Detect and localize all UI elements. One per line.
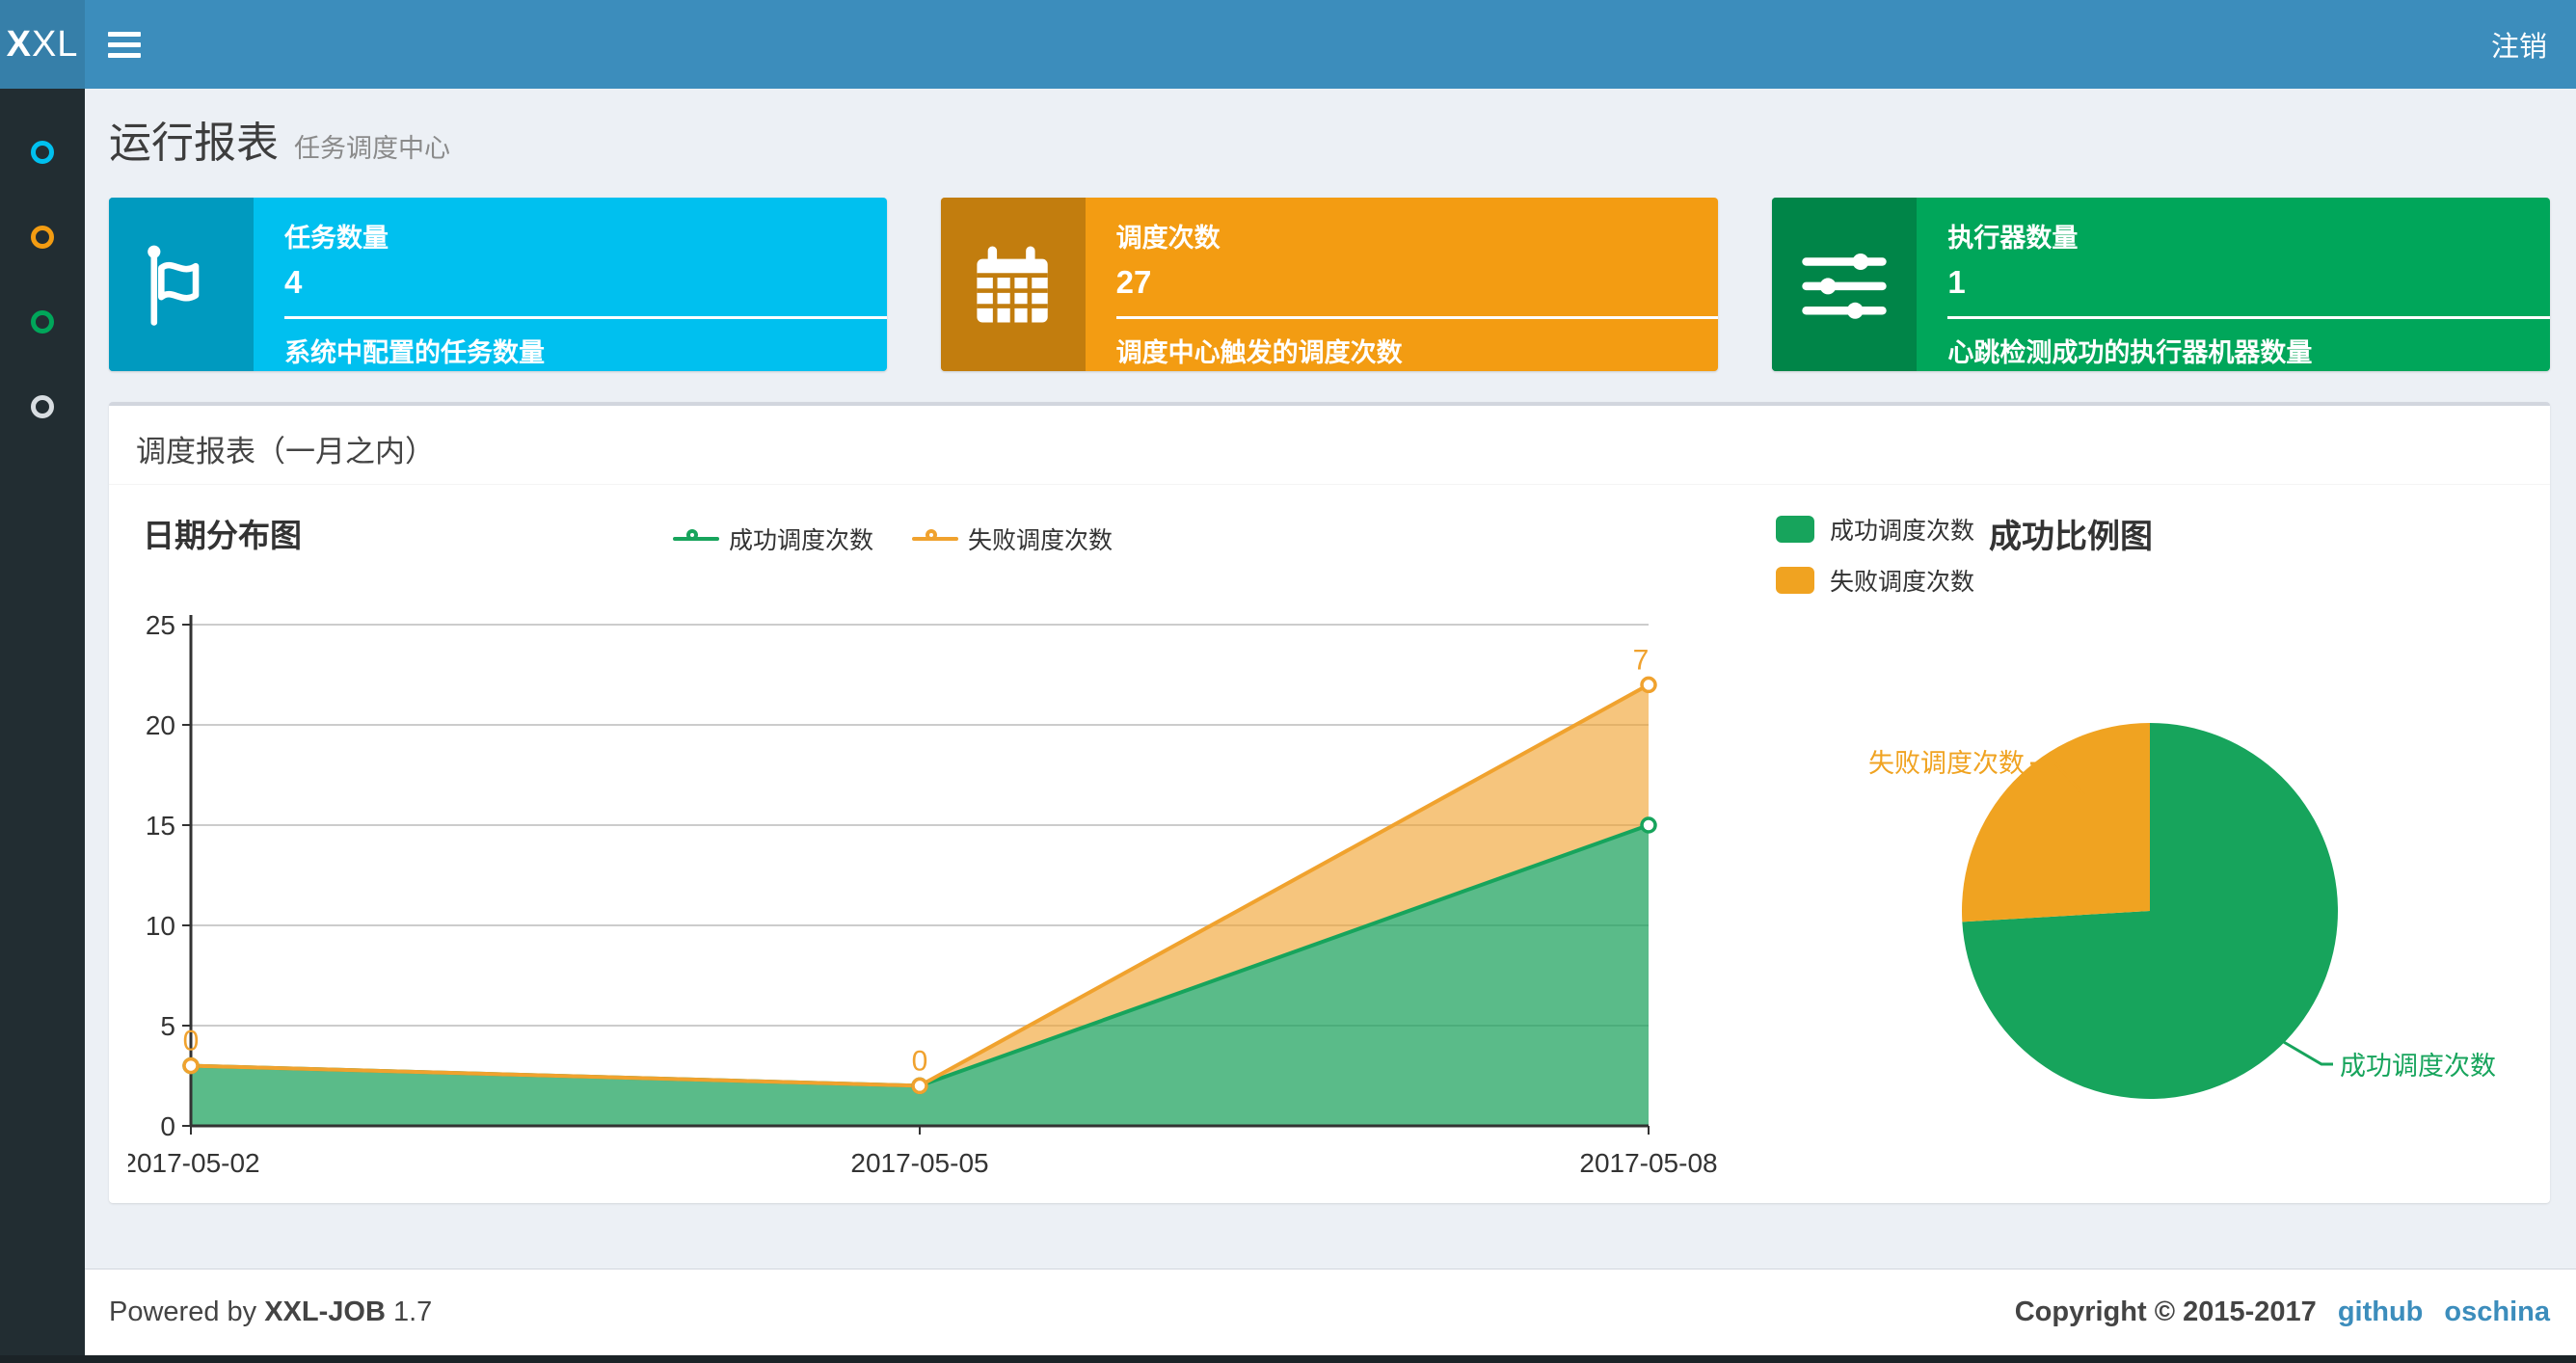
svg-text:25: 25 [146,610,175,640]
swatch-icon [1776,516,1814,543]
legend-label: 成功调度次数 [729,527,874,554]
info-box-job-count: 任务数量 4 系统中配置的任务数量 [109,198,887,371]
info-box-label: 执行器数量 [1947,224,2079,253]
sidebar-item-job-manage[interactable] [0,195,85,280]
pie-chart-legend: 成功调度次数 失败调度次数 [1776,512,1974,598]
legend-item-success[interactable]: 成功调度次数 [673,521,873,556]
oschina-link[interactable]: oschina [2444,1296,2550,1328]
bottom-edge-strip [0,1355,2576,1363]
info-box-value: 4 [284,264,303,300]
legend-item-fail[interactable]: 失败调度次数 [1776,563,1974,598]
copyright: Copyright © 2015-2017 github oschina [2015,1296,2550,1328]
circle-outline-icon [31,395,54,418]
copyright-text: Copyright © 2015-2017 [2014,1296,2317,1327]
product-name: XXL-JOB [264,1296,386,1327]
success-ratio-pie-chart: 失败调度次数 成功调度次数 [1868,723,2496,1099]
flag-icon [109,198,254,371]
svg-text:0: 0 [912,1045,928,1077]
logout-button[interactable]: 注销 [2462,0,2576,89]
swatch-icon [1776,567,1814,594]
svg-text:15: 15 [146,811,175,841]
github-link[interactable]: github [2338,1296,2424,1328]
report-panel-title: 调度报表（一月之内） [136,435,435,468]
pie-chart-title: 成功比例图 [1989,519,2153,555]
hamburger-icon [108,31,141,37]
powered-by-prefix: Powered by [109,1296,257,1327]
report-panel-header: 调度报表（一月之内） [109,406,2550,485]
report-panel-body: 日期分布图 成功调度次数 失败调度次数 0 5 10 15 20 25 2017-05-02… [109,485,2550,1202]
area-chart-legend: 成功调度次数 失败调度次数 [673,521,1113,556]
info-box-label: 任务数量 [284,224,389,253]
legend-label: 成功调度次数 [1830,518,1975,545]
sidebar-toggle-button[interactable] [108,25,145,64]
app-logo[interactable]: X XL [0,0,85,89]
sliders-icon [1772,198,1918,371]
legend-item-success[interactable]: 成功调度次数 [1776,512,1974,547]
sidebar-item-job-log[interactable] [0,280,85,364]
calendar-icon [940,198,1086,371]
product-version: 1.7 [392,1296,433,1327]
svg-text:0: 0 [183,1026,200,1057]
page-footer: Powered by XXL-JOB 1.7 Copyright © 2015-… [85,1269,2576,1355]
svg-text:20: 20 [146,710,175,740]
content-header: 运行报表 任务调度中心 [109,108,450,170]
powered-by: Powered by XXL-JOB 1.7 [109,1296,432,1328]
legend-item-fail[interactable]: 失败调度次数 [912,521,1113,556]
circle-outline-icon [31,310,54,334]
svg-text:7: 7 [1633,644,1650,676]
svg-text:2017-05-08: 2017-05-08 [1579,1148,1717,1178]
info-box-description: 心跳检测成功的执行器机器数量 [1947,338,2313,367]
info-box-trigger-count: 调度次数 27 调度中心触发的调度次数 [940,198,1719,371]
pie-callout-label-success: 成功调度次数 [2340,1052,2496,1081]
svg-text:10: 10 [146,911,175,941]
info-box-description: 系统中配置的任务数量 [284,338,545,367]
line-circle-marker-icon [673,529,719,548]
divider [284,316,887,319]
report-panel: 调度报表（一月之内） 日期分布图 成功调度次数 失败调度次数 0 5 10 15 20 2… [109,402,2550,1203]
app-logo-rest: XL [31,23,79,65]
pie-callout-line-success [2276,1036,2333,1066]
divider [1115,316,1719,319]
sidebar-item-executor[interactable] [0,364,85,449]
svg-text:2017-05-05: 2017-05-05 [850,1148,988,1178]
date-distribution-area-chart: 05101520252017-05-02 2017-05-05 2017-05-08… [128,610,1718,1178]
svg-text:0: 0 [160,1111,175,1141]
info-box-value: 1 [1947,264,1966,300]
line-circle-marker-icon [912,529,959,548]
info-boxes-row: 任务数量 4 系统中配置的任务数量 调度次数 27 调度中心触发的调度次数 执行… [109,198,2551,371]
svg-text:5: 5 [160,1011,175,1041]
circle-outline-icon [31,141,54,164]
sidebar-nav [0,89,85,1363]
svg-text:2017-05-02: 2017-05-02 [128,1148,260,1178]
page-title: 运行报表 [109,120,279,167]
info-box-value: 27 [1115,264,1152,300]
legend-label: 失败调度次数 [1830,569,1975,596]
page-subtitle: 任务调度中心 [294,134,450,163]
info-box-description: 调度中心触发的调度次数 [1115,338,1403,367]
circle-outline-icon [31,226,54,249]
sidebar-item-dashboard[interactable] [0,110,85,195]
top-navbar: X XL 注销 [0,0,2576,89]
legend-label: 失败调度次数 [968,527,1114,554]
divider [1947,316,2551,319]
area-chart-title: 日期分布图 [143,518,302,553]
pie-callout-label-fail: 失败调度次数 [1868,749,2025,778]
info-box-label: 调度次数 [1115,224,1221,253]
info-box-executor-count: 执行器数量 1 心跳检测成功的执行器机器数量 [1772,198,2551,371]
